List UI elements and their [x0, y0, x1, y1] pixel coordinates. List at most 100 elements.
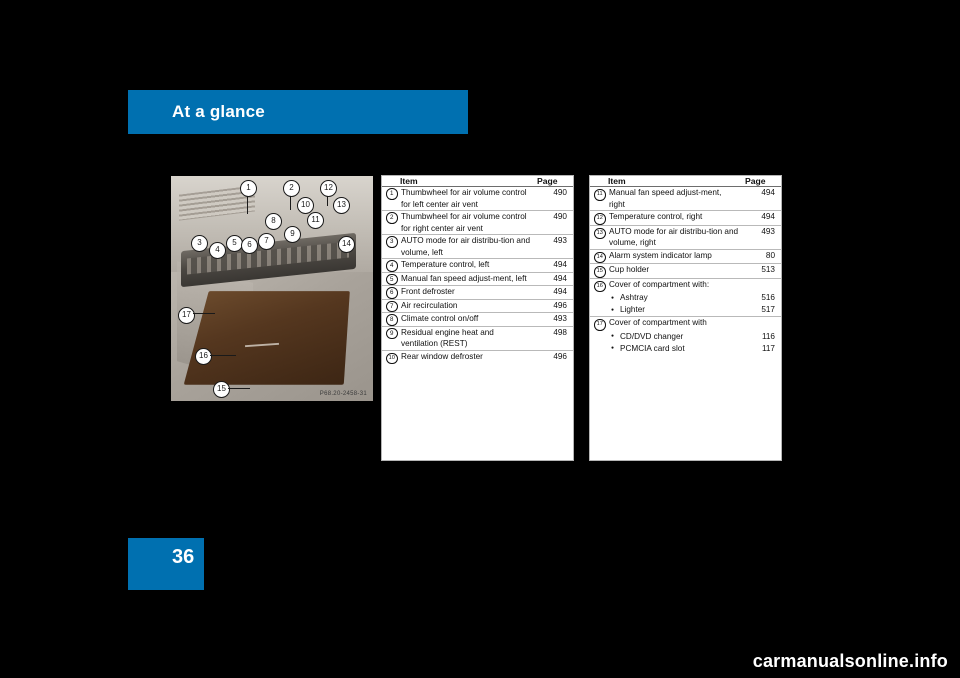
- row-text: Temperature control, right: [608, 210, 745, 226]
- row-page: [745, 317, 781, 331]
- table-row: 6 Front defroster 494: [382, 285, 573, 300]
- subrow-text: Lighter: [609, 304, 739, 316]
- row-page: 80: [745, 249, 781, 264]
- leader-line: [327, 196, 328, 206]
- header-page: Page: [537, 176, 573, 187]
- row-page: 493: [745, 225, 781, 250]
- table-header-row: Item Page: [382, 176, 573, 187]
- table-row: 11 Manual fan speed adjust-ment, right 4…: [590, 186, 781, 211]
- row-number: 14: [594, 251, 606, 263]
- row-text: AUTO mode for air distribu-tion and volu…: [400, 234, 537, 259]
- row-page: 494: [537, 285, 573, 300]
- header-page: Page: [745, 176, 781, 187]
- callout-6: 6: [241, 237, 258, 254]
- row-page: 496: [537, 299, 573, 313]
- callout-11: 11: [307, 212, 324, 229]
- table-row: 10 Rear window defroster 496: [382, 350, 573, 364]
- page-number: 36: [172, 546, 195, 568]
- wood-trim-shape: [183, 291, 350, 385]
- row-number: 2: [386, 212, 398, 224]
- subrow-page: 517: [745, 304, 781, 317]
- callout-10: 10: [297, 197, 314, 214]
- callout-4: 4: [209, 242, 226, 259]
- header-item: Item: [608, 176, 745, 187]
- table-row: 9 Residual engine heat and ventilation (…: [382, 326, 573, 351]
- table-row: 13 AUTO mode for air distribu-tion and v…: [590, 225, 781, 250]
- row-number: 16: [594, 280, 606, 292]
- callout-14: 14: [338, 236, 355, 253]
- row-text: AUTO mode for air distribu-tion and volu…: [608, 225, 745, 250]
- subrow-text: CD/DVD changer: [609, 330, 739, 343]
- row-text: Residual engine heat and ventilation (RE…: [400, 326, 537, 351]
- page-root: At a glance 36 P68.20-2458-31 1 2 12 8 1…: [0, 0, 960, 678]
- table-row: 12 Temperature control, right 494: [590, 210, 781, 226]
- row-number: 17: [594, 319, 606, 331]
- table-subrow: CD/DVD changer 116: [590, 330, 781, 343]
- row-number: 6: [386, 287, 398, 299]
- row-number: 8: [386, 314, 398, 326]
- row-page: 513: [745, 263, 781, 279]
- row-number: 1: [386, 188, 398, 200]
- subrow-page: 516: [761, 293, 775, 302]
- header-spacer: [382, 176, 400, 187]
- row-page: 494: [745, 210, 781, 226]
- row-text: Climate control on/off: [400, 312, 537, 327]
- table-subrow: PCMCIA card slot 117: [590, 342, 781, 355]
- row-text: Alarm system indicator lamp: [608, 249, 745, 264]
- subrow-page: 116: [761, 331, 775, 341]
- row-text: Manual fan speed adjust-ment, left: [400, 272, 537, 286]
- row-text: Cover of compartment with:: [609, 279, 710, 289]
- row-number: 5: [386, 273, 398, 285]
- items-table-right: Item Page 11 Manual fan speed adjust-men…: [589, 175, 782, 461]
- table-row: 15 Cup holder 513: [590, 263, 781, 279]
- table-row: 5 Manual fan speed adjust-ment, left 494: [382, 272, 573, 286]
- callout-13: 13: [333, 197, 350, 214]
- row-number: 9: [386, 327, 398, 339]
- row-text: Temperature control, left: [400, 258, 537, 273]
- leader-line: [247, 196, 248, 214]
- table-row: 2 Thumbwheel for air volume control for …: [382, 210, 573, 235]
- callout-3: 3: [191, 235, 208, 252]
- row-number: 15: [594, 266, 606, 278]
- subrow-page: 117: [761, 343, 775, 353]
- callout-7: 7: [258, 233, 275, 250]
- table-row: 17 Cover of compartment with: [590, 317, 781, 331]
- row-number: 12: [594, 213, 606, 225]
- callout-8: 8: [265, 213, 282, 230]
- subrow-text: PCMCIA card slot: [609, 342, 739, 355]
- row-page: 494: [537, 258, 573, 273]
- callout-2: 2: [283, 180, 300, 197]
- row-number: 13: [594, 227, 606, 239]
- row-page: 494: [537, 272, 573, 286]
- row-text: Rear window defroster: [401, 351, 483, 361]
- row-text: Front defroster: [400, 285, 537, 300]
- row-text: Cup holder: [608, 263, 745, 279]
- callout-1: 1: [240, 180, 257, 197]
- callout-16: 16: [195, 348, 212, 365]
- leader-line: [290, 196, 291, 210]
- row-number: 4: [386, 260, 398, 272]
- table-row: 1 Thumbwheel for air volume control for …: [382, 186, 573, 211]
- row-text: Cover of compartment with: [609, 318, 707, 327]
- leader-line: [228, 388, 250, 389]
- table-row: 7 Air recirculation 496: [382, 299, 573, 313]
- watermark: carmanualsonline.info: [752, 651, 948, 671]
- row-number: 10: [386, 352, 398, 364]
- table-header-row: Item Page: [590, 176, 781, 187]
- table-row: 16 Cover of compartment with:: [590, 278, 781, 292]
- row-number: 7: [386, 300, 398, 312]
- row-page: 490: [537, 186, 573, 211]
- callout-15: 15: [213, 381, 230, 398]
- row-page: [745, 278, 781, 292]
- row-text: Air recirculation: [400, 299, 537, 313]
- leader-line: [210, 355, 236, 356]
- row-page: 490: [537, 210, 573, 235]
- row-text: Thumbwheel for air volume control for ri…: [400, 210, 537, 235]
- row-number: 11: [594, 189, 606, 201]
- subrow-text: Ashtray: [609, 292, 739, 304]
- row-page: 498: [537, 326, 573, 351]
- row-page: 496: [553, 351, 567, 361]
- table-subrow: Ashtray 516: [590, 292, 781, 304]
- illustration-credit: P68.20-2458-31: [319, 391, 367, 397]
- row-page: 494: [745, 186, 781, 211]
